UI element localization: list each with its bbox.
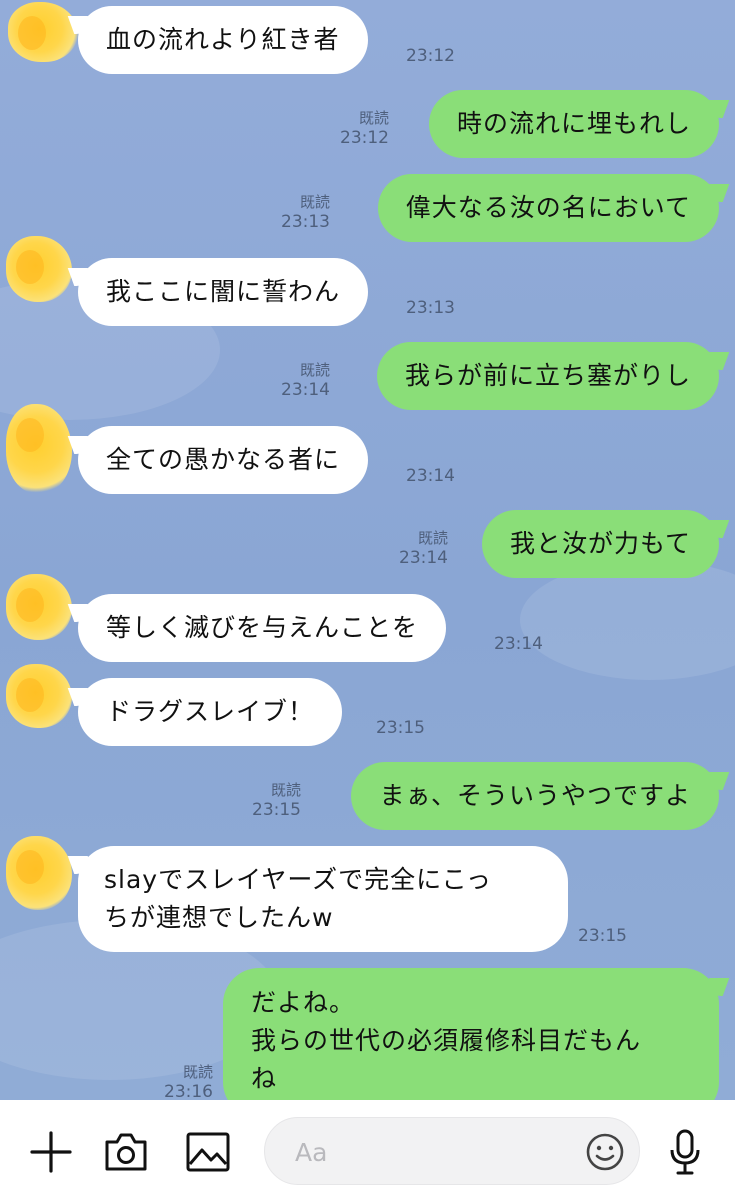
message-input-box[interactable]: [264, 1117, 640, 1185]
incoming-message-bubble[interactable]: slayでスレイヤーズで完全にこっ ちが連想でしたんw: [78, 846, 568, 952]
plus-button[interactable]: [27, 1128, 75, 1176]
message-meta: 23:12: [406, 46, 455, 66]
contact-avatar[interactable]: [6, 574, 72, 640]
read-receipt: 既読: [358, 109, 389, 127]
contact-avatar[interactable]: [6, 664, 72, 728]
outgoing-message-bubble[interactable]: 我らが前に立ち塞がりし: [376, 342, 719, 410]
message-meta: 既読 23:13: [281, 192, 330, 232]
message-time: 23:15: [252, 800, 301, 820]
message-meta: 23:14: [406, 466, 455, 486]
outgoing-message-bubble[interactable]: だよね。 我らの世代の必須履修科目だもん ね: [223, 968, 719, 1100]
message-meta: 23:15: [578, 926, 627, 946]
message-meta: 23:15: [376, 718, 425, 738]
contact-avatar[interactable]: [8, 2, 78, 62]
message-meta: 23:13: [406, 298, 455, 318]
message-meta: 既読 23:14: [399, 528, 448, 568]
message-input[interactable]: [295, 1132, 565, 1172]
message-time: 23:14: [406, 466, 455, 486]
incoming-message-bubble[interactable]: 我ここに闇に誓わん: [78, 258, 369, 326]
message-time: 23:16: [164, 1082, 213, 1100]
message-meta: 23:14: [494, 634, 543, 654]
message-time: 23:15: [578, 926, 627, 946]
message-time: 23:14: [281, 380, 330, 400]
message-meta: 既読 23:14: [281, 360, 330, 400]
incoming-message-bubble[interactable]: ドラグスレイブ！: [78, 678, 343, 746]
message-meta: 既読 23:12: [340, 108, 389, 148]
message-meta: 既読 23:16: [164, 1062, 213, 1100]
contact-avatar[interactable]: [6, 836, 72, 910]
chat-area[interactable]: 血の流れより紅き者 23:12 時の流れに埋もれし 既読 23:12 偉大なる汝…: [0, 0, 735, 1100]
read-receipt: 既読: [299, 361, 330, 379]
message-time: 23:12: [340, 128, 389, 148]
camera-button[interactable]: [102, 1128, 150, 1176]
background-cloud: [520, 560, 735, 680]
incoming-message-bubble[interactable]: 血の流れより紅き者: [78, 6, 368, 74]
read-receipt: 既読: [270, 781, 301, 799]
plus-icon: [30, 1131, 72, 1173]
image-button[interactable]: [184, 1128, 232, 1176]
incoming-message-bubble[interactable]: 等しく滅びを与えんことを: [78, 594, 447, 662]
read-receipt: 既読: [299, 193, 330, 211]
message-time: 23:12: [406, 46, 455, 66]
message-time: 23:14: [399, 548, 448, 568]
message-time: 23:13: [406, 298, 455, 318]
message-time: 23:15: [376, 718, 425, 738]
camera-icon: [105, 1133, 147, 1171]
read-receipt: 既読: [182, 1063, 213, 1081]
outgoing-message-bubble[interactable]: まぁ、そういうやつですよ: [351, 762, 719, 830]
message-input-bar: [0, 1100, 735, 1200]
read-receipt: 既読: [417, 529, 448, 547]
image-icon: [186, 1132, 230, 1172]
microphone-icon: [670, 1129, 700, 1175]
contact-avatar[interactable]: [6, 236, 72, 302]
outgoing-message-bubble[interactable]: 我と汝が力もて: [481, 510, 719, 578]
voice-button[interactable]: [661, 1128, 709, 1176]
message-meta: 既読 23:15: [252, 780, 301, 820]
emoji-icon[interactable]: [583, 1130, 627, 1174]
outgoing-message-bubble[interactable]: 偉大なる汝の名において: [377, 174, 719, 242]
contact-avatar[interactable]: [6, 404, 72, 494]
message-time: 23:14: [494, 634, 543, 654]
outgoing-message-bubble[interactable]: 時の流れに埋もれし: [428, 90, 719, 158]
message-time: 23:13: [281, 212, 330, 232]
incoming-message-bubble[interactable]: 全ての愚かなる者に: [78, 426, 369, 494]
